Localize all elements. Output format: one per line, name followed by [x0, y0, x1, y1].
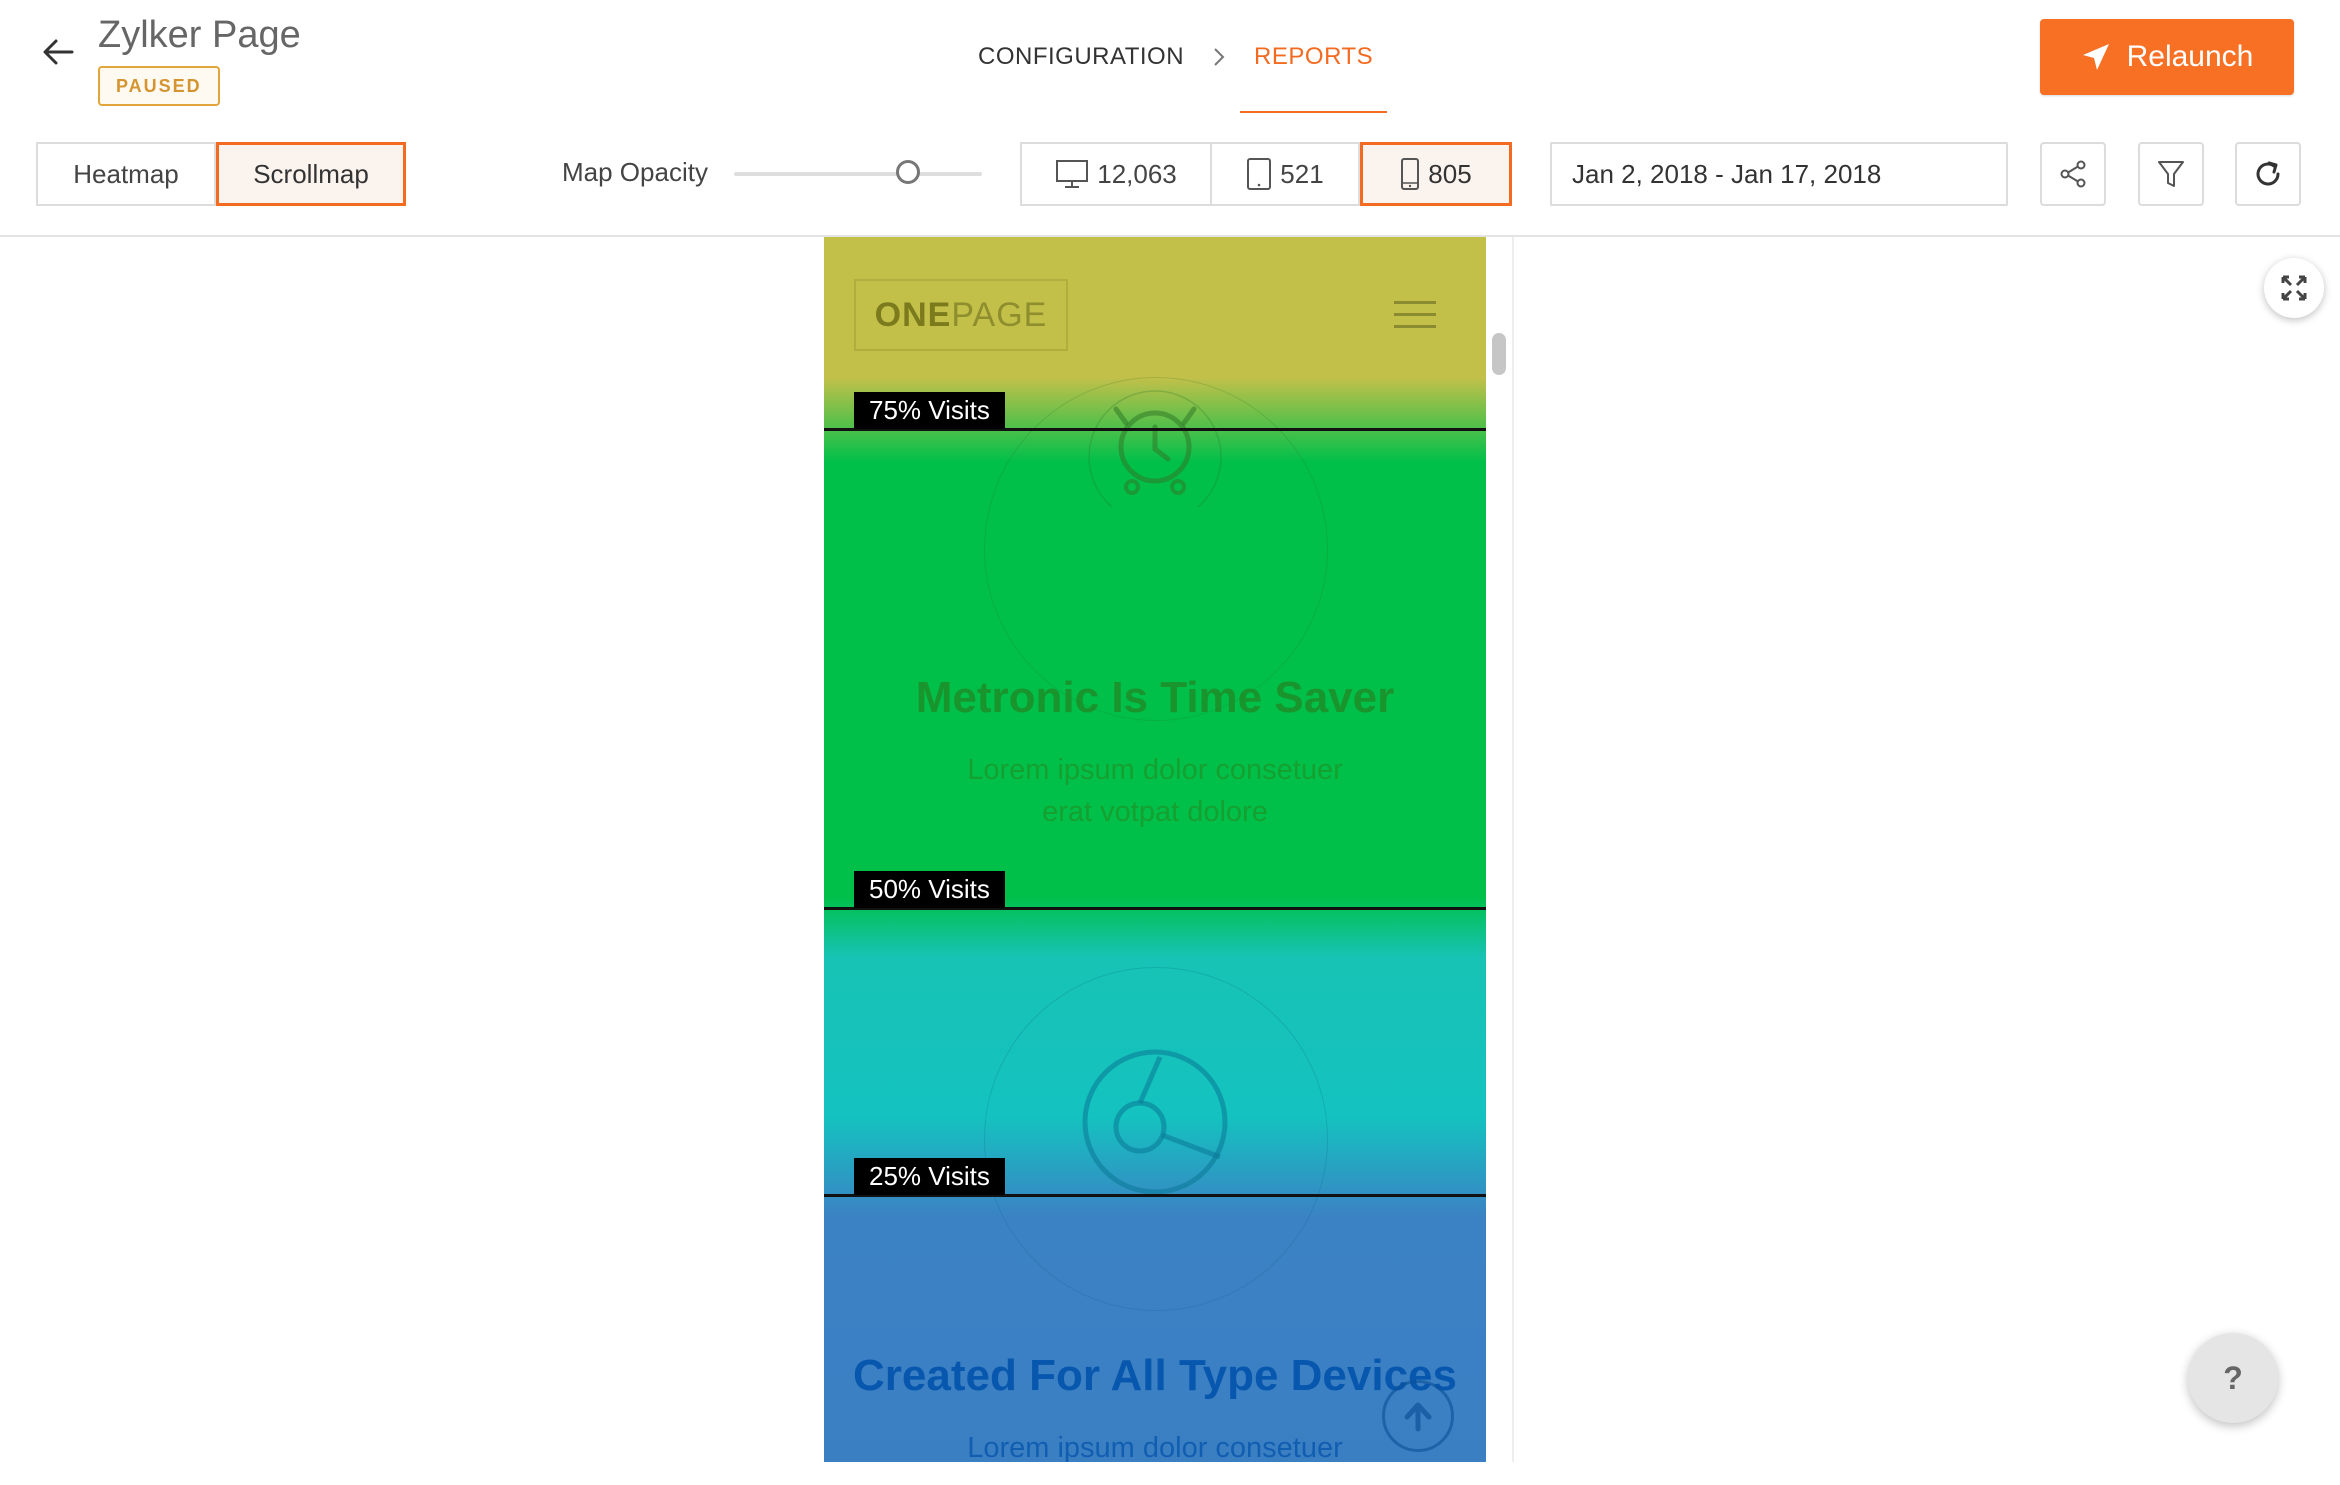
- scrollmap-preview[interactable]: ONE PAGE Metronic Is Time Saver Lorem ips…: [824, 237, 1486, 1462]
- device-desktop-button[interactable]: 12,063: [1020, 142, 1212, 206]
- back-button[interactable]: [36, 30, 80, 74]
- refresh-button[interactable]: [2235, 142, 2301, 206]
- mobile-count: 805: [1428, 158, 1472, 189]
- nav-configuration[interactable]: CONFIGURATION: [960, 0, 1202, 113]
- filter-button[interactable]: [2138, 142, 2204, 206]
- map-opacity-label: Map Opacity: [562, 157, 708, 187]
- slider-thumb[interactable]: [895, 160, 920, 184]
- status-badge: PAUSED: [98, 66, 220, 106]
- logo-text: PAGE: [951, 295, 1048, 334]
- paper-plane-icon: [2082, 44, 2109, 70]
- hamburger-menu-icon: [1394, 301, 1436, 329]
- preview-heading: Metronic Is Time Saver: [915, 673, 1395, 722]
- marker-label: 75% Visits: [854, 392, 1005, 429]
- marker-label: 25% Visits: [854, 1158, 1005, 1195]
- expand-icon: [2281, 275, 2307, 301]
- desktop-count: 12,063: [1097, 158, 1177, 189]
- device-mobile-button[interactable]: 805: [1360, 142, 1512, 206]
- device-filter: 12,063 521 805: [1020, 142, 1512, 206]
- share-button[interactable]: [2040, 142, 2106, 206]
- heatmap-tab[interactable]: Heatmap: [36, 142, 216, 206]
- device-tablet-button[interactable]: 521: [1212, 142, 1360, 206]
- share-icon: [2060, 160, 2086, 188]
- map-opacity-slider[interactable]: [734, 157, 982, 191]
- pie-chart-icon: [1082, 1049, 1228, 1195]
- arrow-left-icon: [43, 39, 74, 65]
- help-button[interactable]: ?: [2188, 1333, 2278, 1423]
- mobile-icon: [1401, 158, 1420, 190]
- page-title: Zylker Page: [98, 14, 301, 56]
- desktop-icon: [1056, 160, 1089, 188]
- preview-text-line: erat votpat dolore: [1042, 796, 1268, 828]
- fullscreen-button[interactable]: [2264, 258, 2324, 318]
- date-range-picker[interactable]: Jan 2, 2018 - Jan 17, 2018: [1550, 142, 2008, 206]
- preview-heading: Created For All Type Devices: [853, 1351, 1457, 1400]
- filter-icon: [2158, 161, 2184, 187]
- refresh-icon: [2256, 161, 2280, 186]
- arrow-up-icon: [1404, 1402, 1432, 1432]
- page-header: Zylker Page PAUSED CONFIGURATION REPORTS…: [0, 0, 2340, 115]
- relaunch-button[interactable]: Relaunch: [2040, 19, 2294, 95]
- preview-scrollbar[interactable]: [1492, 333, 1506, 375]
- marker-label: 50% Visits: [854, 871, 1005, 908]
- report-nav: CONFIGURATION REPORTS: [960, 0, 1391, 115]
- preview-text-line: Lorem ipsum dolor consetuer: [967, 754, 1343, 786]
- chevron-right-icon: [1212, 46, 1226, 68]
- logo-bold-text: ONE: [874, 295, 952, 334]
- nav-reports[interactable]: REPORTS: [1236, 0, 1391, 115]
- slider-track: [734, 172, 982, 176]
- tablet-count: 521: [1280, 158, 1324, 189]
- preview-logo: ONE PAGE: [854, 279, 1068, 351]
- tablet-icon: [1247, 158, 1272, 190]
- preview-divider: [1512, 237, 1514, 1462]
- map-type-toggle: Heatmap Scrollmap: [36, 142, 406, 206]
- scrollmap-tab[interactable]: Scrollmap: [216, 142, 406, 206]
- report-content: ONE PAGE Metronic Is Time Saver Lorem ips…: [0, 237, 2340, 1485]
- scroll-to-top-button[interactable]: [1382, 1380, 1454, 1452]
- report-toolbar: Heatmap Scrollmap Map Opacity 12,063 521: [0, 113, 2340, 237]
- relaunch-label: Relaunch: [2126, 40, 2254, 73]
